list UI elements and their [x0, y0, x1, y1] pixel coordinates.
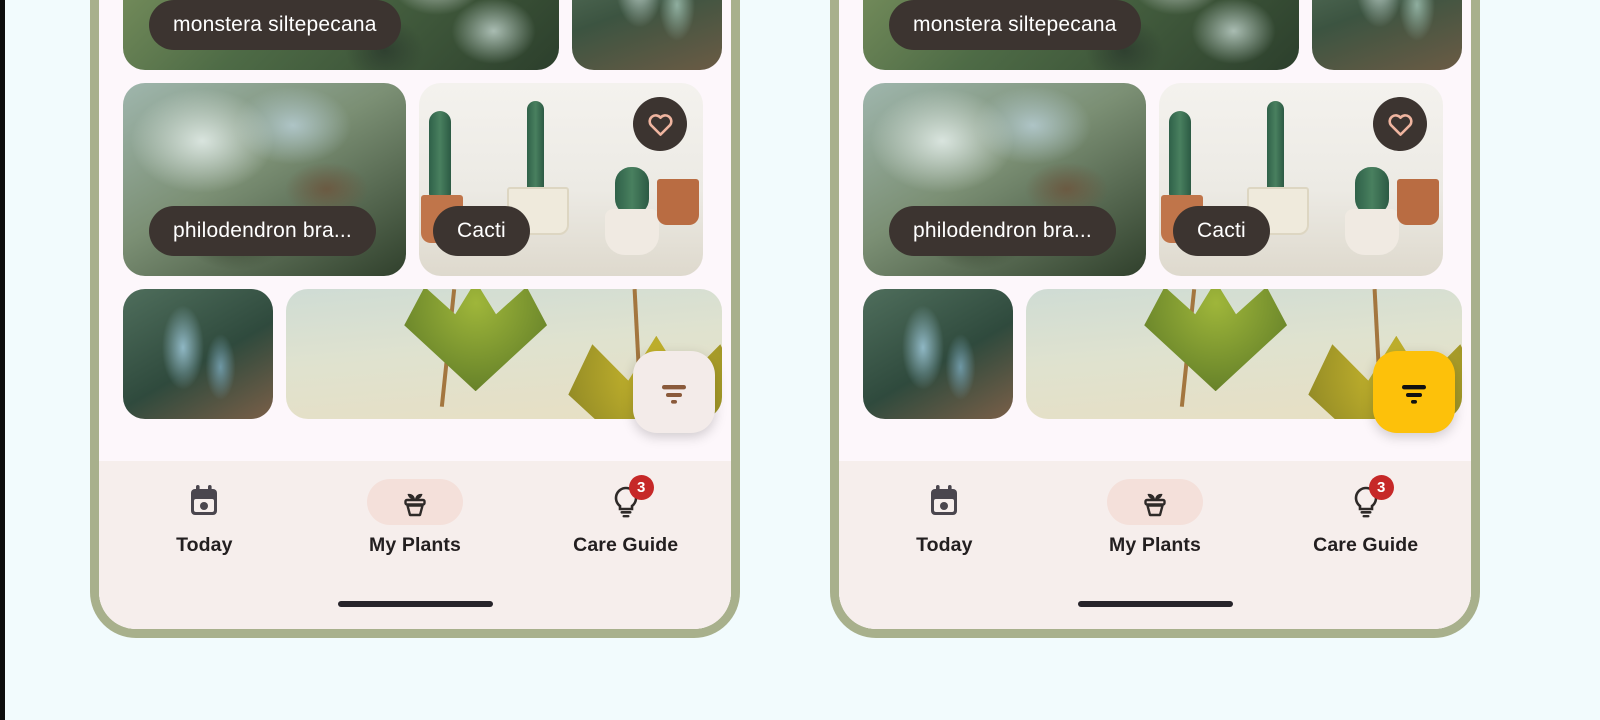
plant-card[interactable]: philodendron bra...	[863, 83, 1146, 276]
bottom-navigation: Today My Plants 3 Care Guide	[99, 461, 731, 629]
plant-card[interactable]	[572, 0, 722, 70]
nav-label: My Plants	[1109, 534, 1201, 556]
bottom-navigation: Today My Plants 3 Care Guide	[839, 461, 1471, 629]
potted-plant-icon	[1144, 493, 1166, 517]
plant-photo	[572, 0, 722, 70]
nav-item-today[interactable]: Today	[99, 479, 310, 557]
heart-icon	[647, 113, 673, 136]
nav-label: Today	[916, 534, 973, 556]
nav-label: Today	[176, 534, 233, 556]
plant-photo	[123, 289, 273, 419]
nav-icon-wrap	[156, 479, 252, 525]
nav-label: My Plants	[369, 534, 461, 556]
nav-label: Care Guide	[1313, 534, 1419, 556]
plant-name-pill: monstera siltepecana	[889, 0, 1141, 50]
plant-card[interactable]: Cacti	[419, 83, 703, 276]
filter-fab[interactable]	[633, 351, 715, 433]
plant-grid-row: monstera siltepecana	[123, 0, 722, 70]
nav-icon-wrap	[896, 479, 992, 525]
nav-item-my-plants[interactable]: My Plants	[1050, 479, 1261, 557]
plant-grid-row	[863, 289, 1462, 419]
nav-icon-wrap-active	[1107, 479, 1203, 525]
plant-card[interactable]	[863, 289, 1013, 419]
nav-item-my-plants[interactable]: My Plants	[310, 479, 521, 557]
plant-name-pill: Cacti	[433, 206, 530, 256]
plant-grid: monstera siltepecana philodendron bra...	[123, 0, 722, 419]
filter-icon	[662, 385, 686, 404]
nav-icon-wrap-active	[367, 479, 463, 525]
nav-item-care-guide[interactable]: 3 Care Guide	[1260, 475, 1471, 557]
phone-frame-after: monstera siltepecana philodendron bra...	[830, 0, 1480, 638]
plant-grid-row: philodendron bra... Cacti	[123, 83, 717, 276]
plant-name-pill: Cacti	[1173, 206, 1270, 256]
plant-card[interactable]: Cacti	[1159, 83, 1443, 276]
plant-grid-row: philodendron bra... Cacti	[863, 83, 1457, 276]
plant-photo	[1312, 0, 1462, 70]
nav-items: Today My Plants 3 Care Guide	[99, 461, 731, 601]
badge-count: 3	[628, 475, 654, 500]
filter-fab[interactable]	[1373, 351, 1455, 433]
calendar-icon	[191, 485, 218, 515]
nav-icon-wrap: 3	[578, 475, 674, 525]
plant-card[interactable]: monstera siltepecana	[123, 0, 559, 70]
app-screen-before: monstera siltepecana philodendron bra...	[99, 0, 731, 629]
plant-photo	[863, 289, 1013, 419]
home-indicator	[1077, 601, 1233, 607]
filter-icon	[1402, 385, 1426, 404]
plant-name-pill: philodendron bra...	[149, 206, 376, 256]
nav-item-care-guide[interactable]: 3 Care Guide	[520, 475, 731, 557]
plant-card[interactable]: monstera siltepecana	[863, 0, 1299, 70]
plant-card[interactable]	[1312, 0, 1462, 70]
home-indicator	[337, 601, 493, 607]
favorite-button[interactable]	[633, 97, 687, 151]
phone-frame-before: monstera siltepecana philodendron bra...	[90, 0, 740, 638]
potted-plant-icon	[404, 493, 426, 517]
calendar-icon	[931, 485, 958, 515]
nav-items: Today My Plants 3 Care Guide	[839, 461, 1471, 601]
badge-count: 3	[1368, 475, 1394, 500]
app-screen-after: monstera siltepecana philodendron bra...	[839, 0, 1471, 629]
favorite-button[interactable]	[1373, 97, 1427, 151]
nav-icon-wrap: 3	[1318, 475, 1414, 525]
plant-grid-row: monstera siltepecana	[863, 0, 1462, 70]
plant-name-pill: monstera siltepecana	[149, 0, 401, 50]
heart-icon	[1387, 113, 1413, 136]
plant-card[interactable]	[123, 289, 273, 419]
comparison-stage: monstera siltepecana philodendron bra...	[0, 0, 1600, 720]
plant-grid-row	[123, 289, 722, 419]
plant-name-pill: philodendron bra...	[889, 206, 1116, 256]
plant-grid: monstera siltepecana philodendron bra...	[863, 0, 1462, 419]
nav-item-today[interactable]: Today	[839, 479, 1050, 557]
plant-card[interactable]: philodendron bra...	[123, 83, 406, 276]
nav-label: Care Guide	[573, 534, 679, 556]
